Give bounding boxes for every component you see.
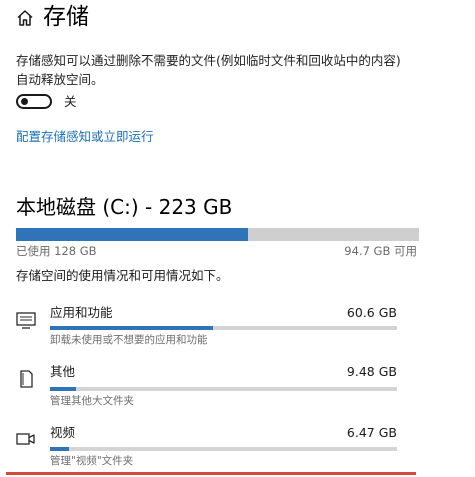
storage-sense-toggle[interactable] — [16, 94, 52, 109]
page-header: 存储 — [0, 0, 475, 36]
category-size: 6.47 GB — [346, 425, 397, 440]
drive-usage-fill — [16, 228, 248, 241]
storage-sense-description: 存储感知可以通过删除不需要的文件(例如临时文件和回收站中的内容)自动释放空间。 — [16, 53, 401, 87]
video-camera-icon — [16, 433, 35, 445]
category-size: 60.6 GB — [346, 305, 397, 320]
category-usage-fill — [50, 326, 214, 330]
configure-storage-sense-link[interactable]: 配置存储感知或立即运行 — [16, 128, 154, 146]
category-usage-bar — [50, 326, 397, 330]
category-usage-fill — [50, 447, 70, 451]
category-size: 9.48 GB — [346, 364, 397, 379]
document-icon — [20, 370, 33, 388]
category-description: 管理其他大文件夹 — [50, 395, 134, 407]
used-space-label: 已使用 128 GB — [16, 244, 97, 258]
page-title: 存储 — [43, 4, 89, 30]
home-icon[interactable] — [15, 8, 35, 28]
category-description: 管理"视频"文件夹 — [50, 455, 134, 467]
monitor-icon — [16, 312, 36, 329]
free-space-label: 94.7 GB 可用 — [344, 244, 417, 258]
category-name: 视频 — [50, 425, 76, 440]
category-usage-bar — [50, 387, 397, 391]
toggle-knob — [21, 98, 28, 105]
category-description: 卸载未使用或不想要的应用和功能 — [50, 334, 208, 346]
highlight-border — [6, 472, 416, 475]
category-name: 应用和功能 — [50, 305, 113, 320]
category-name: 其他 — [50, 364, 76, 379]
category-usage-fill — [50, 387, 77, 391]
drive-title: 本地磁盘 (C:) - 223 GB — [16, 195, 233, 219]
drive-usage-bar — [16, 228, 419, 241]
toggle-state-label: 关 — [64, 94, 77, 109]
category-usage-bar — [50, 447, 397, 451]
usage-intro: 存储空间的使用情况和可用情况如下。 — [16, 268, 229, 283]
